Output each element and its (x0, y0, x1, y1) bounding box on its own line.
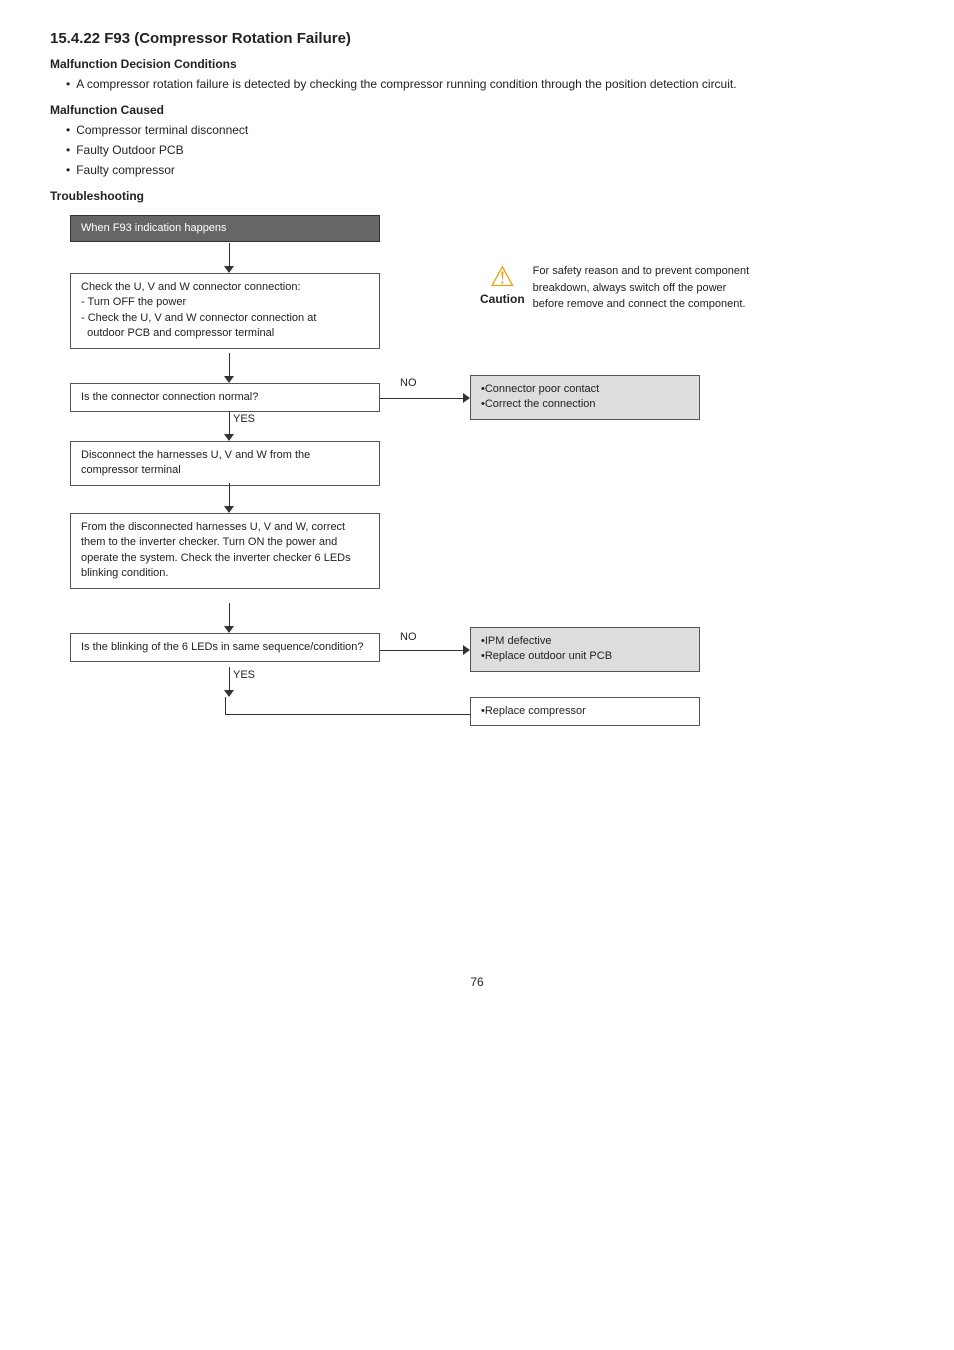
no-box-2-text: •IPM defective•Replace outdoor unit PCB (481, 635, 612, 662)
arrow-down-2 (224, 353, 234, 383)
arrow-down-5 (224, 603, 234, 633)
flow-box-3: Disconnect the harnesses U, V and W from… (70, 441, 380, 486)
malfunction-caused-section: Malfunction Caused Compressor terminal d… (50, 103, 904, 179)
arrow-line-yes-right (225, 714, 475, 715)
label-no-2: NO (400, 631, 417, 643)
no-box-1-text: •Connector poor contact•Correct the conn… (481, 383, 599, 410)
flow-no-box-1: •Connector poor contact•Correct the conn… (470, 375, 700, 420)
flow-box-1: Check the U, V and W connector connectio… (70, 273, 380, 349)
flow-box-3-text: Disconnect the harnesses U, V and W from… (81, 449, 310, 476)
caution-icon: ⚠ (490, 263, 515, 291)
malfunction-caused-item-1: Compressor terminal disconnect (66, 121, 904, 139)
flow-yes-box: •Replace compressor (470, 697, 700, 726)
caution-label: Caution (480, 291, 525, 308)
label-no-1: NO (400, 377, 417, 389)
page-title: 15.4.22 F93 (Compressor Rotation Failure… (50, 30, 904, 47)
arrow-down-1 (224, 243, 234, 273)
malfunction-decision-item-1: A compressor rotation failure is detecte… (66, 75, 904, 93)
flow-no-box-2: •IPM defective•Replace outdoor unit PCB (470, 627, 700, 672)
flow-start-box: When F93 indication happens (70, 215, 380, 242)
flow-box-5: Is the blinking of the 6 LEDs in same se… (70, 633, 380, 662)
arrow-right-1 (380, 393, 470, 403)
label-yes-2: YES (233, 669, 255, 681)
troubleshooting-heading: Troubleshooting (50, 189, 904, 203)
malfunction-caused-heading: Malfunction Caused (50, 103, 904, 117)
malfunction-caused-list: Compressor terminal disconnect Faulty Ou… (50, 121, 904, 179)
arrow-line-yes-down (225, 697, 226, 715)
arrow-right-2 (380, 645, 470, 655)
flow-box-2: Is the connector connection normal? (70, 383, 380, 412)
malfunction-decision-list: A compressor rotation failure is detecte… (50, 75, 904, 93)
flow-box-4-text: From the disconnected harnesses U, V and… (81, 521, 351, 579)
malfunction-caused-item-3: Faulty compressor (66, 161, 904, 179)
caution-area: ⚠ Caution For safety reason and to preve… (480, 263, 760, 313)
flow-box-1-text: Check the U, V and W connector connectio… (81, 281, 316, 339)
flow-box-4: From the disconnected harnesses U, V and… (70, 513, 380, 589)
malfunction-decision-section: Malfunction Decision Conditions A compre… (50, 57, 904, 93)
malfunction-decision-heading: Malfunction Decision Conditions (50, 57, 904, 71)
malfunction-caused-item-2: Faulty Outdoor PCB (66, 141, 904, 159)
page-number: 76 (50, 975, 904, 989)
caution-text: For safety reason and to prevent compone… (533, 263, 760, 313)
arrow-down-4 (224, 483, 234, 513)
label-yes-1: YES (233, 413, 255, 425)
flowchart: When F93 indication happens Check the U,… (50, 215, 910, 775)
